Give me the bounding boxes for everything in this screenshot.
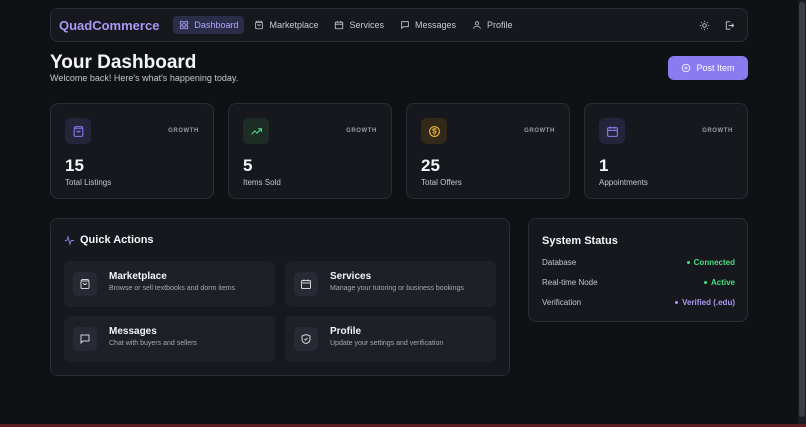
nav-item-profile[interactable]: Profile	[466, 16, 519, 34]
stat-label: Appointments	[599, 178, 648, 187]
quick-action-title: Marketplace	[109, 271, 167, 282]
nav-item-label: Services	[349, 20, 384, 30]
qa-icon-wrap	[294, 327, 318, 351]
quick-action-title: Profile	[330, 326, 362, 337]
quick-action-marketplace[interactable]: Marketplace Browse or sell textbooks and…	[64, 261, 275, 307]
dashboard-icon	[180, 20, 189, 30]
status-dot	[703, 281, 707, 284]
system-status-panel: System Status Database Connected Real-ti…	[528, 218, 748, 322]
growth-badge: GROWTH	[702, 128, 733, 134]
nav-item-label: Profile	[487, 20, 513, 30]
nav-item-label: Messages	[415, 20, 457, 30]
status-value-text: Verified (.edu)	[682, 298, 735, 307]
stat-icon-wrap	[421, 118, 447, 144]
status-label: Verification	[542, 298, 582, 307]
status-row-verification: Verification Verified (.edu)	[542, 298, 735, 307]
quick-action-title: Messages	[109, 326, 157, 337]
stat-card-listings: GROWTH 15 Total Listings	[50, 103, 214, 199]
qa-icon-wrap	[73, 272, 97, 296]
scrollbar-thumb[interactable]	[799, 2, 805, 417]
shopping-bag-icon	[80, 279, 90, 289]
status-label: Database	[542, 258, 577, 267]
status-dot	[675, 301, 679, 304]
qa-icon-wrap	[73, 327, 97, 351]
activity-icon	[64, 234, 75, 246]
nav-items: Dashboard Marketplace Services Messages …	[173, 16, 518, 34]
nav-item-dashboard[interactable]: Dashboard	[173, 16, 245, 34]
status-value: Active	[703, 278, 735, 287]
message-icon	[80, 334, 90, 345]
growth-badge: GROWTH	[168, 128, 199, 134]
calendar-icon	[606, 126, 618, 137]
stat-icon-wrap	[243, 118, 269, 144]
quick-actions-panel: Quick Actions Marketplace Browse or sell…	[50, 218, 510, 376]
dollar-icon	[428, 125, 440, 137]
calendar-icon	[301, 279, 311, 289]
post-item-label: Post Item	[696, 63, 735, 73]
quick-action-services[interactable]: Services Manage your tutoring or busines…	[285, 261, 496, 307]
stat-value: 1	[599, 156, 609, 175]
stat-value: 25	[421, 156, 440, 175]
quick-actions-title: Quick Actions	[80, 234, 154, 246]
growth-badge: GROWTH	[524, 128, 555, 134]
stat-card-appointments: GROWTH 1 Appointments	[584, 103, 748, 199]
qa-icon-wrap	[294, 272, 318, 296]
status-value: Verified (.edu)	[675, 298, 735, 307]
status-dot	[686, 261, 690, 264]
nav-item-label: Dashboard	[194, 20, 239, 30]
status-value-text: Connected	[693, 258, 735, 267]
status-row-realtime: Real-time Node Active	[542, 278, 735, 287]
growth-badge: GROWTH	[346, 128, 377, 134]
nav-item-services[interactable]: Services	[328, 16, 390, 34]
quick-action-title: Services	[330, 271, 372, 282]
stat-icon-wrap	[599, 118, 625, 144]
stat-card-items-sold: GROWTH 5 Items Sold	[228, 103, 392, 199]
stat-value: 15	[65, 156, 84, 175]
quick-action-desc: Manage your tutoring or business booking…	[330, 285, 464, 292]
stat-label: Items Sold	[243, 178, 281, 187]
page-subtitle: Welcome back! Here's what's happening to…	[50, 73, 239, 83]
status-value-text: Active	[710, 278, 735, 287]
quick-action-profile[interactable]: Profile Update your settings and verific…	[285, 316, 496, 362]
nav-item-label: Marketplace	[269, 20, 319, 30]
logout-icon[interactable]	[724, 20, 735, 31]
theme-toggle-icon[interactable]	[699, 20, 710, 31]
post-item-button[interactable]: Post Item	[668, 56, 748, 80]
status-value: Connected	[686, 258, 735, 267]
shield-check-icon	[301, 333, 311, 345]
shopping-bag-icon	[255, 20, 264, 30]
quick-action-desc: Browse or sell textbooks and dorm items	[109, 285, 236, 292]
user-icon	[473, 21, 481, 29]
nav-right	[699, 20, 739, 31]
shopping-bag-icon	[73, 125, 83, 137]
stat-value: 5	[243, 156, 253, 175]
quick-action-desc: Chat with buyers and sellers	[109, 340, 197, 347]
status-label: Real-time Node	[542, 278, 598, 287]
trending-up-icon	[250, 127, 262, 135]
plus-circle-icon	[682, 63, 691, 73]
quick-action-messages[interactable]: Messages Chat with buyers and sellers	[64, 316, 275, 362]
top-navbar: QuadCommerce Dashboard Marketplace Servi…	[50, 8, 748, 42]
status-row-database: Database Connected	[542, 258, 735, 267]
nav-item-marketplace[interactable]: Marketplace	[248, 16, 324, 34]
brand-logo[interactable]: QuadCommerce	[59, 18, 159, 33]
quick-actions-header: Quick Actions	[64, 234, 154, 246]
quick-action-desc: Update your settings and verification	[330, 340, 444, 347]
stat-label: Total Offers	[421, 178, 462, 187]
system-status-title: System Status	[542, 235, 618, 247]
nav-item-messages[interactable]: Messages	[394, 16, 462, 34]
page-title: Your Dashboard	[50, 52, 197, 73]
stat-label: Total Listings	[65, 178, 112, 187]
stat-icon-wrap	[65, 118, 91, 144]
calendar-icon	[335, 21, 344, 30]
stat-card-offers: GROWTH 25 Total Offers	[406, 103, 570, 199]
message-icon	[401, 21, 409, 30]
